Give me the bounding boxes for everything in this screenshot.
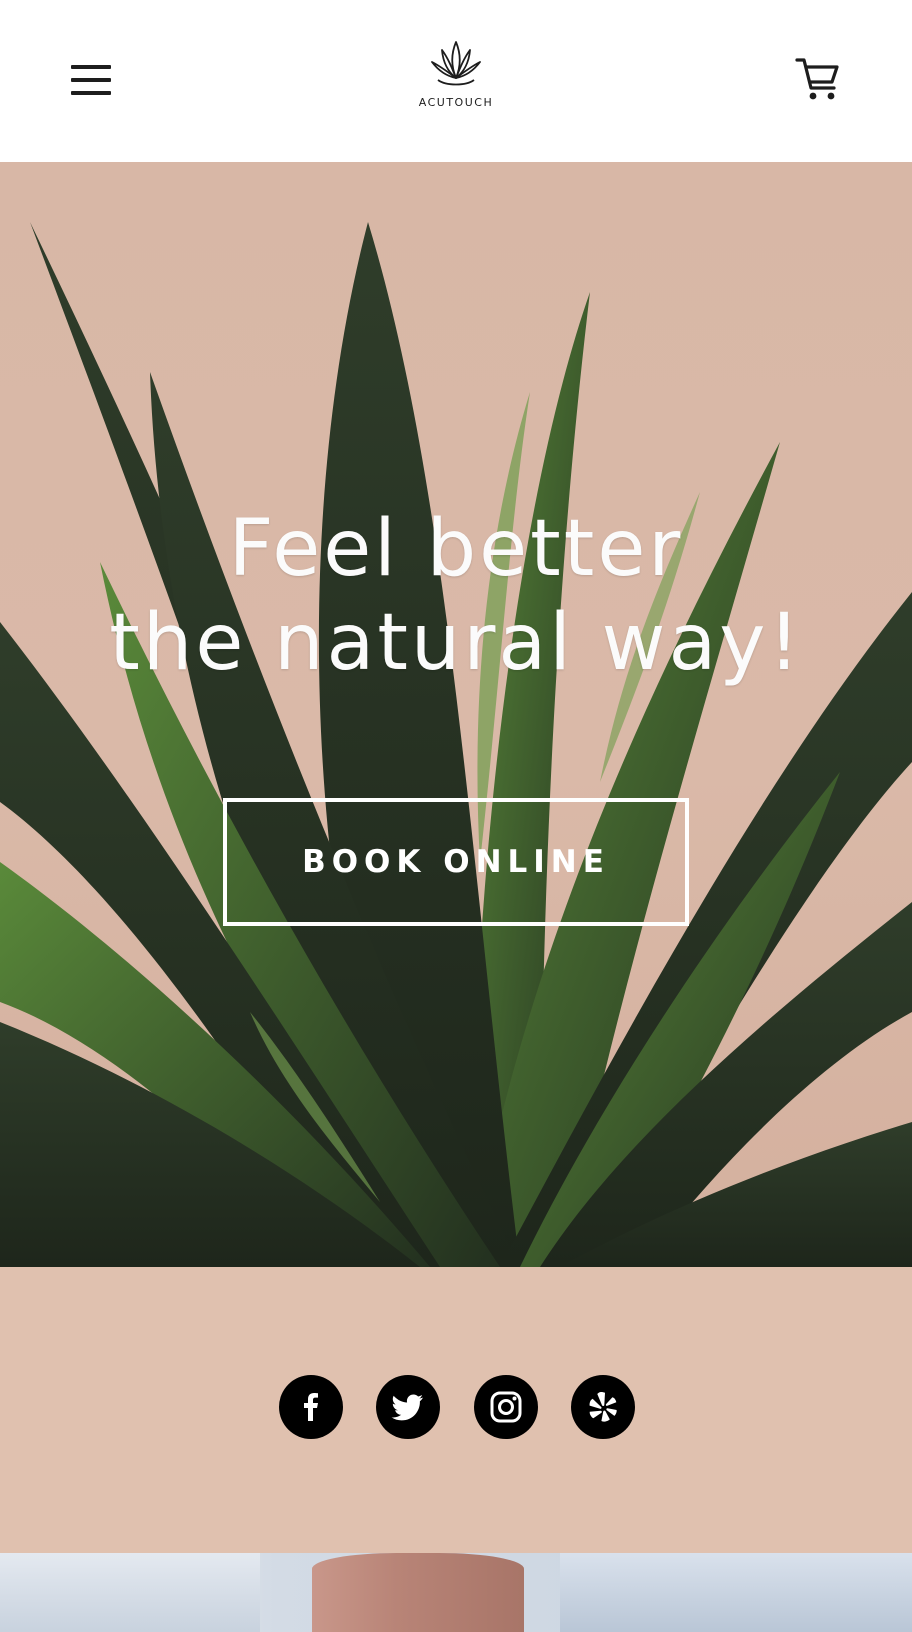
instagram-glyph xyxy=(490,1391,522,1423)
image-background-right xyxy=(560,1553,912,1632)
social-links-section xyxy=(0,1267,912,1553)
site-header: ACUTOUCH xyxy=(0,0,912,162)
yelp-glyph xyxy=(589,1392,617,1422)
next-section-image xyxy=(0,1553,912,1632)
menu-bar-middle xyxy=(71,78,111,82)
lotus-leaf-icon xyxy=(431,41,481,86)
facebook-icon[interactable] xyxy=(279,1375,343,1439)
menu-bar-top xyxy=(71,65,111,69)
book-online-button[interactable]: BOOK ONLINE xyxy=(223,798,689,926)
hamburger-menu-icon[interactable] xyxy=(66,58,116,102)
twitter-icon[interactable] xyxy=(376,1375,441,1439)
hero-title: Feel better the natural way! xyxy=(0,502,912,690)
hero-banner: Feel better the natural way! BOOK ONLINE xyxy=(0,162,912,1267)
image-arm xyxy=(312,1553,524,1632)
hero-title-line1: Feel better xyxy=(228,504,684,594)
menu-bar-bottom xyxy=(71,91,111,95)
facebook-glyph xyxy=(304,1393,318,1421)
aloe-plant-image xyxy=(0,222,912,1267)
logo-text: ACUTOUCH xyxy=(418,96,494,109)
site-logo[interactable]: ACUTOUCH xyxy=(396,36,516,122)
image-background-left xyxy=(0,1553,260,1632)
yelp-icon[interactable] xyxy=(570,1375,635,1439)
cart-glyph xyxy=(795,58,839,100)
shopping-cart-icon[interactable] xyxy=(793,52,845,104)
twitter-glyph xyxy=(391,1394,424,1421)
hero-title-line2: the natural way! xyxy=(109,598,803,688)
instagram-icon[interactable] xyxy=(473,1375,538,1439)
social-icons xyxy=(279,1375,635,1441)
